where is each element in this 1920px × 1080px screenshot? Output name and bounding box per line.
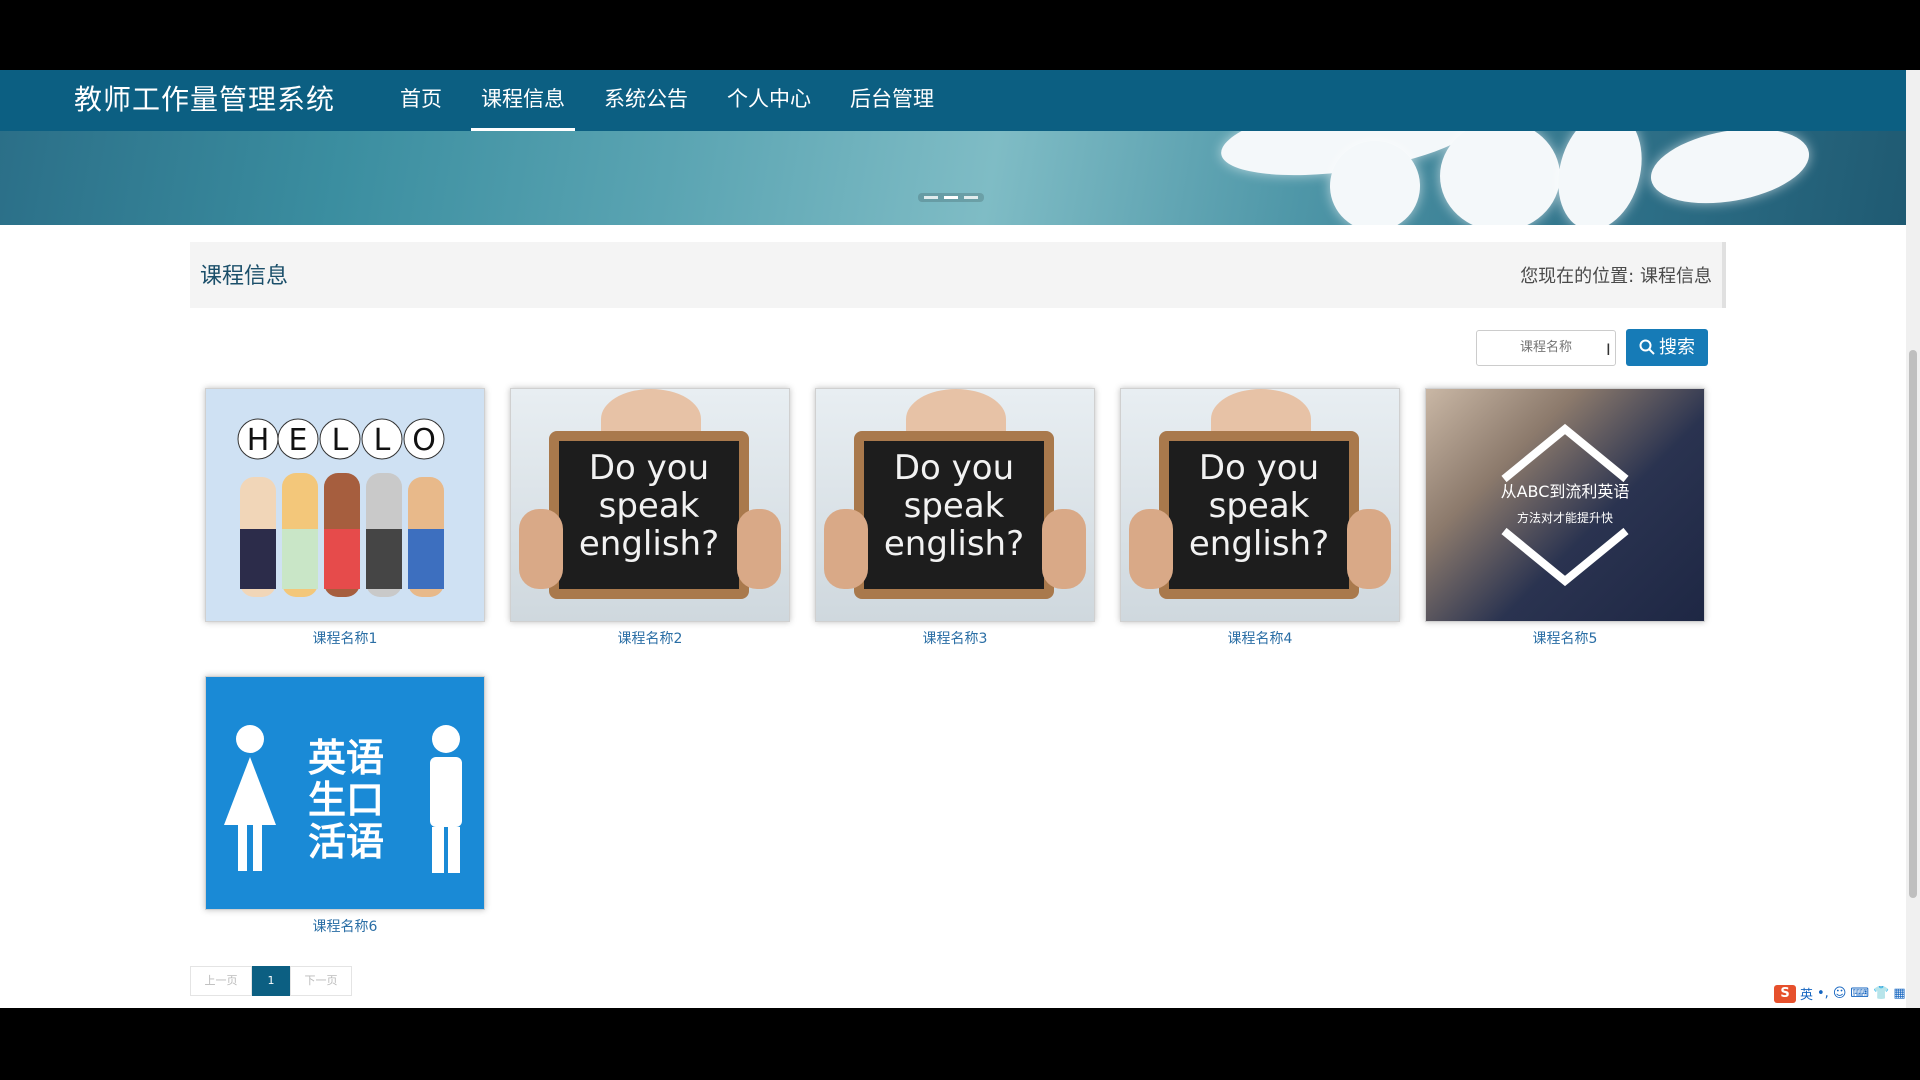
nav-announcements[interactable]: 系统公告	[594, 70, 698, 131]
carousel-indicators	[918, 193, 984, 202]
course-name[interactable]: 课程名称2	[510, 628, 790, 648]
hand-right	[1347, 509, 1391, 589]
main-nav: 首页 课程信息 系统公告 个人中心 后台管理	[390, 70, 963, 131]
breadcrumb-bar: 课程信息 您现在的位置: 课程信息	[190, 242, 1726, 308]
course-card[interactable]: Do you speak english? 课程名称3	[815, 388, 1095, 648]
course-name[interactable]: 课程名称4	[1120, 628, 1400, 648]
ime-keyboard-icon[interactable]: ⌨	[1850, 986, 1869, 1001]
svg-text:E: E	[289, 423, 308, 458]
course-card[interactable]: HELLO 课程名称1	[205, 388, 485, 648]
svg-text:H: H	[247, 423, 270, 458]
breadcrumb-prefix: 您现在的位置:	[1520, 266, 1635, 287]
course-card[interactable]: Do you speak english? 课程名称2	[510, 388, 790, 648]
course-name[interactable]: 课程名称1	[205, 628, 485, 648]
next-page-button[interactable]: 下一页	[290, 966, 352, 996]
page-number[interactable]: 1	[252, 966, 290, 996]
search-icon	[1639, 339, 1655, 355]
course-thumbnail[interactable]: 从ABC到流利英语 方法对才能提升快	[1425, 388, 1705, 622]
search-button[interactable]: 搜索	[1626, 329, 1708, 366]
carousel-dot[interactable]	[964, 196, 978, 199]
carousel-dot[interactable]	[944, 196, 958, 199]
svg-text:L: L	[332, 423, 349, 458]
ime-emoji-icon[interactable]: ☺	[1833, 986, 1847, 1001]
carousel-dot[interactable]	[924, 196, 938, 199]
sogou-ime-icon[interactable]: S	[1774, 984, 1796, 1003]
banner-petal	[1645, 131, 1815, 215]
breadcrumb-current[interactable]: 课程信息	[1640, 266, 1712, 287]
chalkboard: Do you speak english?	[1159, 431, 1359, 599]
diamond-frame-icon	[1501, 423, 1629, 587]
chalkboard-text: Do you speak english?	[864, 441, 1044, 589]
vertical-scrollbar[interactable]	[1906, 70, 1920, 1008]
abc-subtitle: 方法对才能提升快	[1516, 511, 1613, 525]
ime-language[interactable]: 英	[1800, 984, 1813, 1003]
pagination: 上一页 1 下一页	[190, 966, 352, 996]
course-name[interactable]: 课程名称5	[1425, 628, 1705, 648]
course-thumbnail[interactable]: Do you speak english?	[1120, 388, 1400, 622]
hello-cartoon-image: HELLO	[237, 418, 445, 597]
course-name[interactable]: 课程名称6	[205, 916, 485, 936]
course-thumbnail[interactable]: 英语 生口 活语	[205, 676, 485, 910]
ime-grid-icon[interactable]: ▦	[1893, 986, 1905, 1001]
nav-course-info[interactable]: 课程信息	[471, 70, 575, 131]
text-cursor-icon: I	[1606, 340, 1611, 359]
nav-personal-center[interactable]: 个人中心	[717, 70, 821, 131]
ime-punct-icon[interactable]: •,	[1817, 986, 1829, 1001]
banner-petal	[1545, 131, 1655, 225]
nav-home[interactable]: 首页	[390, 70, 452, 131]
english-spoken-text: 英语 生口 活语	[307, 736, 384, 864]
abc-title: 从ABC到流利英语	[1500, 482, 1630, 501]
banner-petal	[1440, 131, 1560, 225]
hand-left	[519, 509, 563, 589]
chalkboard: Do you speak english?	[854, 431, 1054, 599]
hand-right	[737, 509, 781, 589]
hand-right	[1042, 509, 1086, 589]
prev-page-button[interactable]: 上一页	[190, 966, 252, 996]
svg-text:O: O	[412, 423, 436, 458]
chalkboard-text: Do you speak english?	[1169, 441, 1349, 589]
ime-toolbar: S 英 •, ☺ ⌨ 👕 ▦	[1774, 984, 1906, 1003]
hand-left	[824, 509, 868, 589]
site-brand[interactable]: 教师工作量管理系统	[74, 80, 335, 120]
course-card[interactable]: 从ABC到流利英语 方法对才能提升快 课程名称5	[1425, 388, 1705, 648]
breadcrumb: 您现在的位置: 课程信息	[1520, 262, 1712, 288]
ime-skin-icon[interactable]: 👕	[1873, 986, 1889, 1001]
course-name[interactable]: 课程名称3	[815, 628, 1095, 648]
letterbox-bottom	[0, 1008, 1920, 1080]
course-card[interactable]: Do you speak english? 课程名称4	[1120, 388, 1400, 648]
top-navbar: 教师工作量管理系统 首页 课程信息 系统公告 个人中心 后台管理	[0, 70, 1906, 131]
course-name-search-input[interactable]	[1476, 330, 1616, 366]
course-thumbnail[interactable]: HELLO	[205, 388, 485, 622]
hero-banner	[0, 131, 1906, 225]
chalkboard: Do you speak english?	[549, 431, 749, 599]
scrollbar-thumb[interactable]	[1909, 350, 1917, 898]
course-thumbnail[interactable]: Do you speak english?	[510, 388, 790, 622]
chalkboard-text: Do you speak english?	[559, 441, 739, 589]
browser-viewport: 教师工作量管理系统 首页 课程信息 系统公告 个人中心 后台管理 课程信息 您现…	[0, 70, 1920, 1008]
course-card[interactable]: 英语 生口 活语 课程名称6	[205, 676, 485, 936]
svg-text:L: L	[374, 423, 391, 458]
nav-admin[interactable]: 后台管理	[840, 70, 944, 131]
hand-left	[1129, 509, 1173, 589]
course-thumbnail[interactable]: Do you speak english?	[815, 388, 1095, 622]
search-button-label: 搜索	[1659, 337, 1695, 358]
letterbox-top	[0, 0, 1920, 70]
page-title: 课程信息	[200, 264, 289, 289]
